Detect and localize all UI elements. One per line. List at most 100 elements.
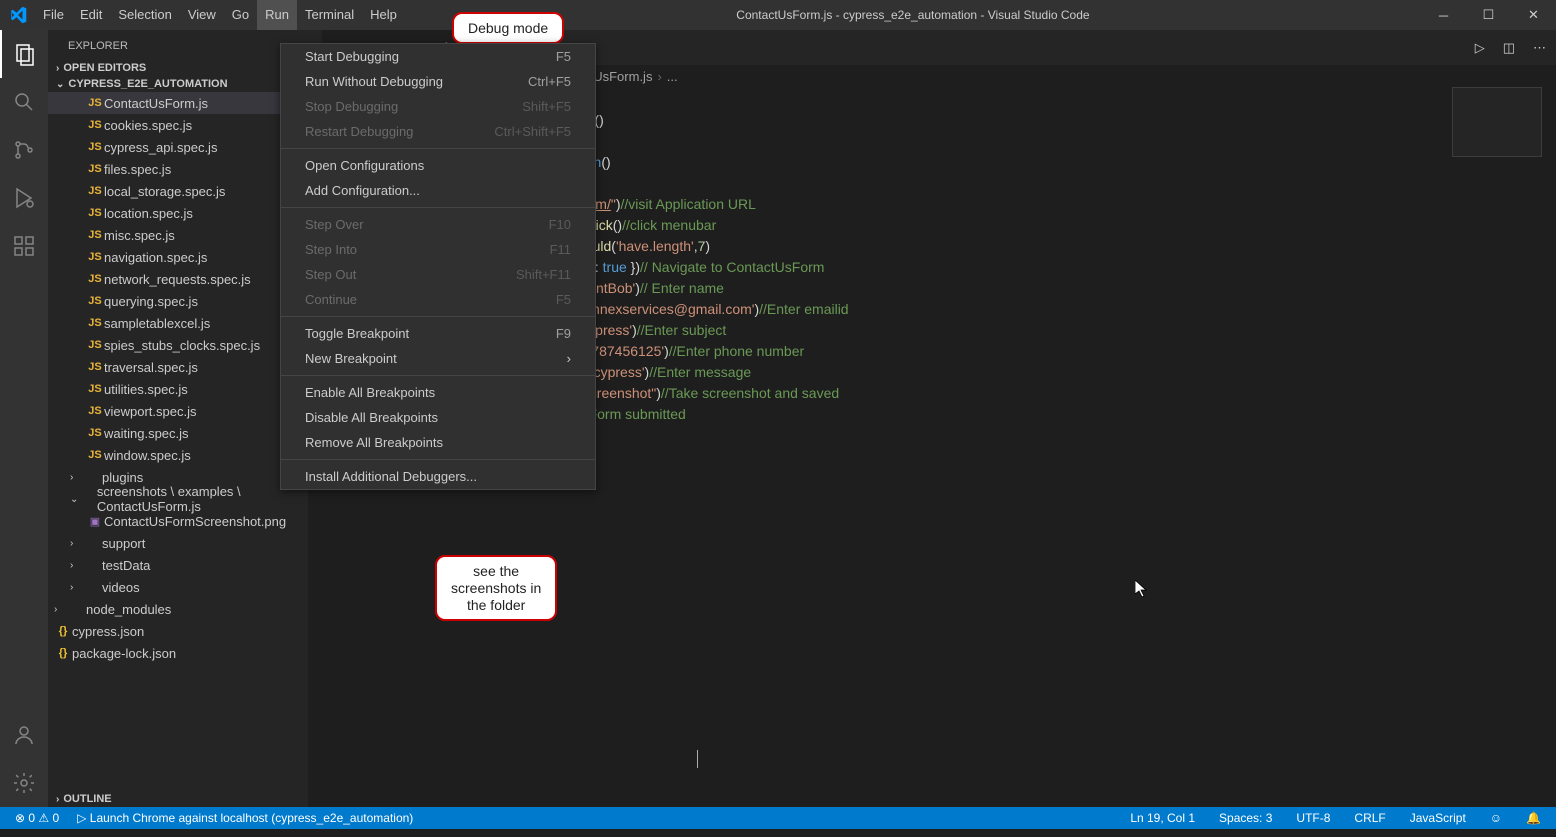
- file-utilities-spec-js[interactable]: JSutilities.spec.js: [48, 378, 308, 400]
- statusbar: ⊗ 0 ⚠ 0 ▷ Launch Chrome against localhos…: [0, 807, 1556, 829]
- tree-item-label: files.spec.js: [104, 162, 171, 177]
- explorer-title: EXPLORER: [48, 30, 308, 60]
- menu-item-step-over: Step OverF10: [281, 212, 595, 237]
- file-sampletablexcel-js[interactable]: JSsampletablexcel.js: [48, 312, 308, 334]
- run-icon[interactable]: ▷: [1475, 40, 1485, 56]
- menu-item-toggle-breakpoint[interactable]: Toggle BreakpointF9: [281, 321, 595, 346]
- menu-item-start-debugging[interactable]: Start DebuggingF5: [281, 44, 595, 69]
- tree-item-label: plugins: [102, 470, 143, 485]
- status-eol[interactable]: CRLF: [1349, 811, 1390, 825]
- menu-edit[interactable]: Edit: [72, 0, 110, 30]
- accounts-activity-icon[interactable]: [0, 711, 48, 759]
- menu-item-add-configuration-[interactable]: Add Configuration...: [281, 178, 595, 203]
- open-editors-section[interactable]: ›OPEN EDITORS: [48, 60, 308, 76]
- file-traversal-spec-js[interactable]: JStraversal.spec.js: [48, 356, 308, 378]
- js-file-icon: JS: [86, 361, 104, 373]
- image-file-icon: ▣: [86, 515, 104, 528]
- menu-separator: [281, 375, 595, 376]
- file-contactusformscreenshot-png[interactable]: ▣ContactUsFormScreenshot.png: [48, 510, 308, 532]
- file-cypress-api-spec-js[interactable]: JScypress_api.spec.js: [48, 136, 308, 158]
- js-file-icon: JS: [86, 273, 104, 285]
- breadcrumb-segment[interactable]: ...: [667, 69, 678, 84]
- file-cookies-spec-js[interactable]: JScookies.spec.js: [48, 114, 308, 136]
- js-file-icon: JS: [86, 339, 104, 351]
- js-file-icon: JS: [86, 251, 104, 263]
- tree-item-label: node_modules: [86, 602, 171, 617]
- minimap[interactable]: [1452, 87, 1542, 157]
- menu-separator: [281, 459, 595, 460]
- menu-help[interactable]: Help: [362, 0, 405, 30]
- tree-item-label: videos: [102, 580, 140, 595]
- project-section[interactable]: ⌄CYPRESS_E2E_AUTOMATION: [48, 76, 308, 92]
- menu-file[interactable]: File: [35, 0, 72, 30]
- status-notifications-icon[interactable]: 🔔: [1521, 811, 1546, 825]
- js-file-icon: JS: [86, 185, 104, 197]
- file-navigation-spec-js[interactable]: JSnavigation.spec.js: [48, 246, 308, 268]
- menu-view[interactable]: View: [180, 0, 224, 30]
- file-waiting-spec-js[interactable]: JSwaiting.spec.js: [48, 422, 308, 444]
- file-spies-stubs-clocks-spec-js[interactable]: JSspies_stubs_clocks.spec.js: [48, 334, 308, 356]
- explorer-activity-icon[interactable]: [0, 30, 48, 78]
- file-querying-spec-js[interactable]: JSquerying.spec.js: [48, 290, 308, 312]
- json-file-icon: {}: [54, 625, 72, 637]
- menu-separator: [281, 316, 595, 317]
- menu-item-enable-all-breakpoints[interactable]: Enable All Breakpoints: [281, 380, 595, 405]
- js-file-icon: JS: [86, 207, 104, 219]
- js-file-icon: JS: [86, 383, 104, 395]
- outline-section[interactable]: ›OUTLINE: [48, 791, 308, 807]
- menu-item-continue: ContinueF5: [281, 287, 595, 312]
- file-viewport-spec-js[interactable]: JSviewport.spec.js: [48, 400, 308, 422]
- folder-support[interactable]: ›support: [48, 532, 308, 554]
- menu-item-open-configurations[interactable]: Open Configurations: [281, 153, 595, 178]
- file-cypress-json[interactable]: {}cypress.json: [48, 620, 308, 642]
- folder-testdata[interactable]: ›testData: [48, 554, 308, 576]
- file-local-storage-spec-js[interactable]: JSlocal_storage.spec.js: [48, 180, 308, 202]
- file-package-lock-json[interactable]: {}package-lock.json: [48, 642, 308, 664]
- folder-screenshots-examples-contactusform-js[interactable]: ⌄screenshots \ examples \ ContactUsForm.…: [48, 488, 308, 510]
- menubar: FileEditSelectionViewGoRunTerminalHelp: [35, 0, 405, 30]
- callout-screenshots: see the screenshots in the folder: [435, 555, 557, 621]
- menu-selection[interactable]: Selection: [110, 0, 179, 30]
- js-file-icon: JS: [86, 141, 104, 153]
- file-files-spec-js[interactable]: JSfiles.spec.js: [48, 158, 308, 180]
- status-launch-config[interactable]: ▷ Launch Chrome against localhost (cypre…: [72, 811, 418, 825]
- search-activity-icon[interactable]: [0, 78, 48, 126]
- tree-item-label: cypress_api.spec.js: [104, 140, 217, 155]
- run-debug-activity-icon[interactable]: [0, 174, 48, 222]
- file-location-spec-js[interactable]: JSlocation.spec.js: [48, 202, 308, 224]
- tree-item-label: testData: [102, 558, 150, 573]
- menu-terminal[interactable]: Terminal: [297, 0, 362, 30]
- source-control-activity-icon[interactable]: [0, 126, 48, 174]
- maximize-button[interactable]: ☐: [1466, 0, 1511, 30]
- folder-videos[interactable]: ›videos: [48, 576, 308, 598]
- menu-item-new-breakpoint[interactable]: New Breakpoint: [281, 346, 595, 371]
- menu-item-install-additional-debuggers-[interactable]: Install Additional Debuggers...: [281, 464, 595, 489]
- status-errors[interactable]: ⊗ 0 ⚠ 0: [10, 811, 64, 825]
- extensions-activity-icon[interactable]: [0, 222, 48, 270]
- js-file-icon: JS: [86, 229, 104, 241]
- minimize-button[interactable]: ─: [1421, 0, 1466, 30]
- tree-item-label: support: [102, 536, 145, 551]
- split-editor-icon[interactable]: ◫: [1503, 40, 1515, 56]
- status-indent[interactable]: Spaces: 3: [1214, 811, 1277, 825]
- status-cursor-position[interactable]: Ln 19, Col 1: [1125, 811, 1200, 825]
- tree-item-label: network_requests.spec.js: [104, 272, 251, 287]
- close-button[interactable]: ✕: [1511, 0, 1556, 30]
- status-language[interactable]: JavaScript: [1405, 811, 1471, 825]
- menu-item-disable-all-breakpoints[interactable]: Disable All Breakpoints: [281, 405, 595, 430]
- status-feedback-icon[interactable]: ☺: [1485, 811, 1507, 825]
- more-actions-icon[interactable]: ⋯: [1533, 40, 1546, 56]
- menu-item-remove-all-breakpoints[interactable]: Remove All Breakpoints: [281, 430, 595, 455]
- menu-item-step-into: Step IntoF11: [281, 237, 595, 262]
- file-misc-spec-js[interactable]: JSmisc.spec.js: [48, 224, 308, 246]
- file-network-requests-spec-js[interactable]: JSnetwork_requests.spec.js: [48, 268, 308, 290]
- status-encoding[interactable]: UTF-8: [1291, 811, 1335, 825]
- file-contactusform-js[interactable]: JSContactUsForm.js: [48, 92, 308, 114]
- menu-run[interactable]: Run: [257, 0, 297, 30]
- menu-go[interactable]: Go: [224, 0, 257, 30]
- menu-item-run-without-debugging[interactable]: Run Without DebuggingCtrl+F5: [281, 69, 595, 94]
- settings-activity-icon[interactable]: [0, 759, 48, 807]
- tree-item-label: misc.spec.js: [104, 228, 175, 243]
- folder-node-modules[interactable]: ›node_modules: [48, 598, 308, 620]
- file-window-spec-js[interactable]: JSwindow.spec.js: [48, 444, 308, 466]
